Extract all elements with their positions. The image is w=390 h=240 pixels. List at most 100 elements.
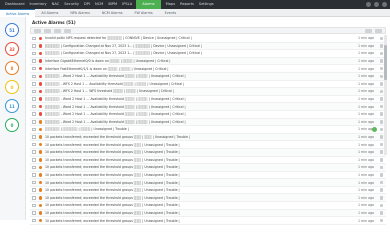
sub-tab-active-alarms[interactable]: Active Alarms xyxy=(0,8,36,17)
row-action-icon[interactable] xyxy=(379,150,383,154)
delete-button[interactable] xyxy=(64,28,71,33)
table-row[interactable]: ░░░░░░ | Configuration Changed at Nov 27… xyxy=(30,42,386,51)
table-row[interactable]: 10 packets transferred; exceeded the thr… xyxy=(30,217,386,225)
alarm-message[interactable]: 10 packets transferred; exceeded the thr… xyxy=(45,135,325,139)
row-action-icon[interactable] xyxy=(379,180,383,185)
row-checkbox[interactable] xyxy=(32,165,36,170)
table-row[interactable]: ░░░░░░ - Word 2 Host 1 ... Availability … xyxy=(30,96,386,104)
row-checkbox[interactable] xyxy=(32,120,36,124)
row-action-icon[interactable] xyxy=(379,97,383,101)
row-action-icon[interactable] xyxy=(379,165,383,170)
row-action-icon[interactable] xyxy=(379,120,383,124)
row-checkbox[interactable] xyxy=(32,188,36,192)
severity-count-2[interactable]: 8 xyxy=(5,61,19,75)
alarm-message[interactable]: Invalid pollin NPS request detected for … xyxy=(45,36,325,40)
user-icon[interactable] xyxy=(382,2,387,7)
row-checkbox[interactable] xyxy=(32,51,36,56)
acknowledge-button[interactable] xyxy=(44,28,51,33)
table-row[interactable]: ░░░░░░ - Word 2 Host 1 ... Availability … xyxy=(30,111,386,119)
chat-fab-button[interactable] xyxy=(372,127,377,132)
severity-count-3[interactable]: 0 xyxy=(5,80,19,94)
table-row[interactable]: 10 packets transferred; exceeded the thr… xyxy=(30,187,386,195)
alarm-message[interactable]: ░░░░░░ | Configuration Changed at Nov 27… xyxy=(45,51,325,55)
row-checkbox[interactable] xyxy=(32,127,36,132)
severity-count-4[interactable]: 11 xyxy=(5,99,19,113)
alarm-message[interactable]: ░░░░░░ - Word 2 Host 1 ... Availability … xyxy=(45,120,325,124)
table-row[interactable]: 10 packets transferred; exceeded the thr… xyxy=(30,141,386,149)
row-checkbox[interactable] xyxy=(32,97,36,101)
sub-tab-events[interactable]: Events xyxy=(159,9,182,17)
alarm-message[interactable]: ░░░░░░ - Word 2 Host 1 ... Availability … xyxy=(45,97,325,101)
table-row[interactable]: 10 packets transferred; exceeded the thr… xyxy=(30,179,386,187)
row-checkbox[interactable] xyxy=(32,196,36,200)
severity-count-1[interactable]: 32 xyxy=(5,42,19,56)
scrollbar-thumb[interactable] xyxy=(384,45,387,80)
alarm-message[interactable]: 10 packets transferred; exceeded the thr… xyxy=(45,143,325,147)
sub-tab-fw-alarms[interactable]: FW Alarms xyxy=(129,9,159,17)
table-row[interactable]: 10 packets transferred; exceeded the thr… xyxy=(30,172,386,180)
row-action-icon[interactable] xyxy=(379,203,383,208)
table-row[interactable]: 10 packets transferred; exceeded the thr… xyxy=(30,202,386,210)
alarm-message[interactable]: 10 packets transferred; exceeded the thr… xyxy=(45,181,325,185)
bell-icon[interactable] xyxy=(374,2,379,7)
row-action-icon[interactable] xyxy=(379,158,383,162)
alarm-message[interactable]: 10 packets transferred; exceeded the thr… xyxy=(45,158,325,162)
row-checkbox[interactable] xyxy=(32,44,36,48)
table-row[interactable]: ░░░░░░ - Word 2 Host 1 ... Availability … xyxy=(30,103,386,111)
row-action-icon[interactable] xyxy=(379,173,383,177)
table-row[interactable]: ░░░░░░ | ░░░░░░ | ░░░░ | Unassigned | Tr… xyxy=(30,126,386,134)
alarm-message[interactable]: 10 packets transferred; exceeded the thr… xyxy=(45,203,325,207)
table-row[interactable]: ░░░░░░ - Word 2 Host 1 ... Availability … xyxy=(30,72,386,81)
nav-tab-settings[interactable]: Settings xyxy=(194,0,214,9)
row-action-icon[interactable] xyxy=(379,196,383,200)
alarm-message[interactable]: Interface GigabitEthernet0/0 is down on … xyxy=(45,59,325,63)
alarm-message[interactable]: ░░░░░░ - WFS 2 Host 1 ... Availability t… xyxy=(45,82,325,86)
settings-icon[interactable] xyxy=(375,28,382,33)
row-action-icon[interactable] xyxy=(379,112,383,116)
alarm-message[interactable]: 10 packets transferred; exceeded the thr… xyxy=(45,150,325,154)
row-action-icon[interactable] xyxy=(379,74,383,79)
row-action-icon[interactable] xyxy=(379,142,383,147)
row-checkbox[interactable] xyxy=(32,218,36,223)
row-action-icon[interactable] xyxy=(379,44,383,48)
row-checkbox[interactable] xyxy=(32,158,36,162)
row-action-icon[interactable] xyxy=(379,104,383,109)
row-action-icon[interactable] xyxy=(379,127,383,132)
alarm-message[interactable]: 10 packets transferred; exceeded the thr… xyxy=(45,188,325,192)
row-action-icon[interactable] xyxy=(379,89,383,94)
alarm-message[interactable]: 10 packets transferred; exceeded the thr… xyxy=(45,219,325,223)
row-checkbox[interactable] xyxy=(32,142,36,147)
alarm-message[interactable]: ░░░░░░ | ░░░░░░ | ░░░░ | Unassigned | Tr… xyxy=(45,127,325,131)
row-action-icon[interactable] xyxy=(379,218,383,223)
row-action-icon[interactable] xyxy=(379,66,383,71)
row-checkbox[interactable] xyxy=(32,211,36,215)
alarm-message[interactable]: ░░░░░░ - WFS 2 Host 1 ... WFS threshold … xyxy=(45,89,325,93)
row-checkbox[interactable] xyxy=(32,59,36,63)
alarm-message[interactable]: 10 packets transferred; exceeded the thr… xyxy=(45,173,325,177)
sub-tab-ncm-alarms[interactable]: NCM Alarms xyxy=(96,9,129,17)
table-row[interactable]: 10 packets transferred; exceeded the thr… xyxy=(30,194,386,203)
table-row[interactable]: Interface GigabitEthernet0/0 is down on … xyxy=(30,57,386,66)
table-row[interactable]: 10 packets transferred; exceeded the thr… xyxy=(30,133,386,142)
row-checkbox[interactable] xyxy=(32,74,36,79)
table-row[interactable]: Invalid pollin NPS request detected for … xyxy=(30,35,386,43)
search-icon[interactable] xyxy=(366,2,371,7)
row-action-icon[interactable] xyxy=(379,82,383,86)
row-action-icon[interactable] xyxy=(379,135,383,139)
alarm-message[interactable]: Interface FastEthernet0/1/1 is down on ░… xyxy=(45,67,325,71)
table-row[interactable]: 10 packets transferred; exceeded the thr… xyxy=(30,148,386,157)
row-checkbox[interactable] xyxy=(32,36,36,41)
row-checkbox[interactable] xyxy=(32,173,36,177)
row-action-icon[interactable] xyxy=(379,188,383,192)
alarm-message[interactable]: 10 packets transferred; exceeded the thr… xyxy=(45,196,325,200)
table-row[interactable]: 10 packets transferred; exceeded the thr… xyxy=(30,209,386,218)
row-checkbox[interactable] xyxy=(32,135,36,139)
alarm-message[interactable]: ░░░░░░ - Word 2 Host 1 ... Availability … xyxy=(45,112,325,116)
table-row[interactable]: ░░░░░░ - WFS 2 Host 1 ... WFS threshold … xyxy=(30,88,386,96)
alarm-message[interactable]: ░░░░░░ - Word 2 Host 1 ... Availability … xyxy=(45,105,325,109)
sub-tab-all-alarms[interactable]: All Alarms xyxy=(35,9,64,17)
table-row[interactable]: 10 packets transferred; exceeded the thr… xyxy=(30,164,386,172)
row-checkbox[interactable] xyxy=(32,112,36,116)
row-checkbox[interactable] xyxy=(32,150,36,154)
scrollbar[interactable] xyxy=(384,35,387,155)
